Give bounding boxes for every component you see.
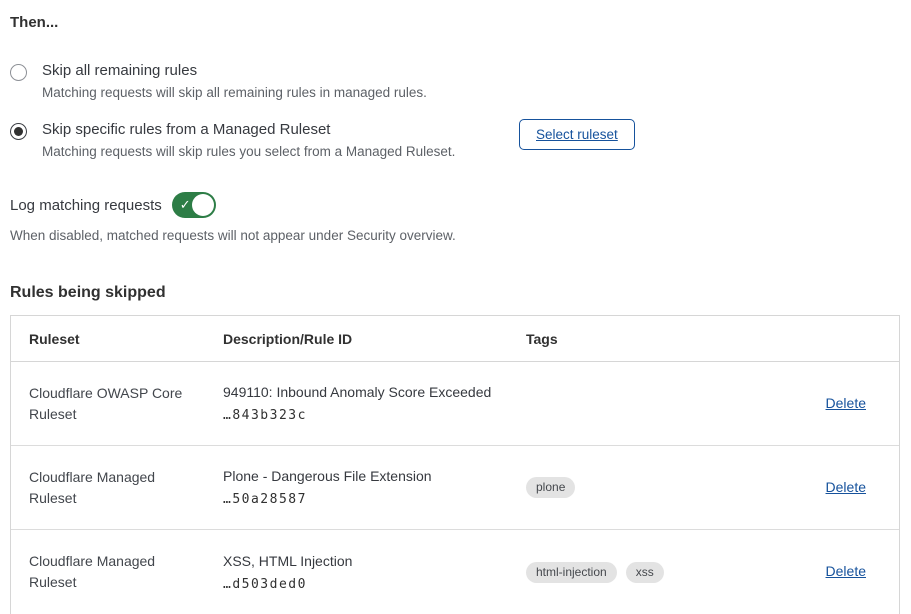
option-description: Matching requests will skip all remainin… [42,85,519,100]
rule-description: 949110: Inbound Anomaly Score Exceeded [223,384,526,400]
toggle-knob [192,194,214,216]
tags-cell: plone [526,477,781,498]
delete-link[interactable]: Delete [826,563,866,579]
option-description: Matching requests will skip rules you se… [42,144,519,159]
log-matching-section: Log matching requests ✓ When disabled, m… [10,192,900,243]
log-matching-toggle[interactable]: ✓ [172,192,216,218]
delete-link[interactable]: Delete [826,395,866,411]
rule-id: …843b323c [223,408,526,423]
skip-rule-config-panel: Then... Skip all remaining rules Matchin… [0,0,911,614]
column-header-ruleset: Ruleset [29,331,223,347]
table-header-row: Ruleset Description/Rule ID Tags [11,316,899,362]
radio-skip-all-remaining[interactable] [10,64,27,81]
tag-pill: html-injection [526,562,617,583]
then-heading: Then... [10,14,900,31]
tags-cell: html-injection xss [526,562,781,583]
option-label[interactable]: Skip all remaining rules [42,62,519,79]
delete-link[interactable]: Delete [826,479,866,495]
log-matching-label: Log matching requests [10,197,162,214]
table-row: Cloudflare Managed Ruleset Plone - Dange… [11,446,899,530]
rules-being-skipped-table: Ruleset Description/Rule ID Tags Cloudfl… [10,315,900,614]
log-matching-description: When disabled, matched requests will not… [10,228,900,243]
check-icon: ✓ [180,198,191,211]
column-header-description: Description/Rule ID [223,331,526,347]
rules-being-skipped-title: Rules being skipped [10,284,900,302]
ruleset-name: Cloudflare Managed Ruleset [29,467,223,509]
option-label[interactable]: Skip specific rules from a Managed Rules… [42,121,519,138]
select-ruleset-button[interactable]: Select ruleset [519,119,635,150]
ruleset-name: Cloudflare OWASP Core Ruleset [29,383,223,425]
option-skip-all-remaining-rules: Skip all remaining rules Matching reques… [10,62,900,100]
rule-description: XSS, HTML Injection [223,553,526,569]
rule-id: …50a28587 [223,492,526,507]
radio-skip-specific[interactable] [10,123,27,140]
option-skip-specific-rules: Skip specific rules from a Managed Rules… [10,121,900,159]
rule-id: …d503ded0 [223,577,526,592]
table-row: Cloudflare OWASP Core Ruleset 949110: In… [11,362,899,446]
column-header-tags: Tags [526,331,781,347]
rule-description: Plone - Dangerous File Extension [223,468,526,484]
ruleset-name: Cloudflare Managed Ruleset [29,551,223,593]
table-body: Cloudflare OWASP Core Ruleset 949110: In… [11,362,899,614]
tag-pill: plone [526,477,575,498]
table-row: Cloudflare Managed Ruleset XSS, HTML Inj… [11,530,899,614]
tag-pill: xss [626,562,664,583]
